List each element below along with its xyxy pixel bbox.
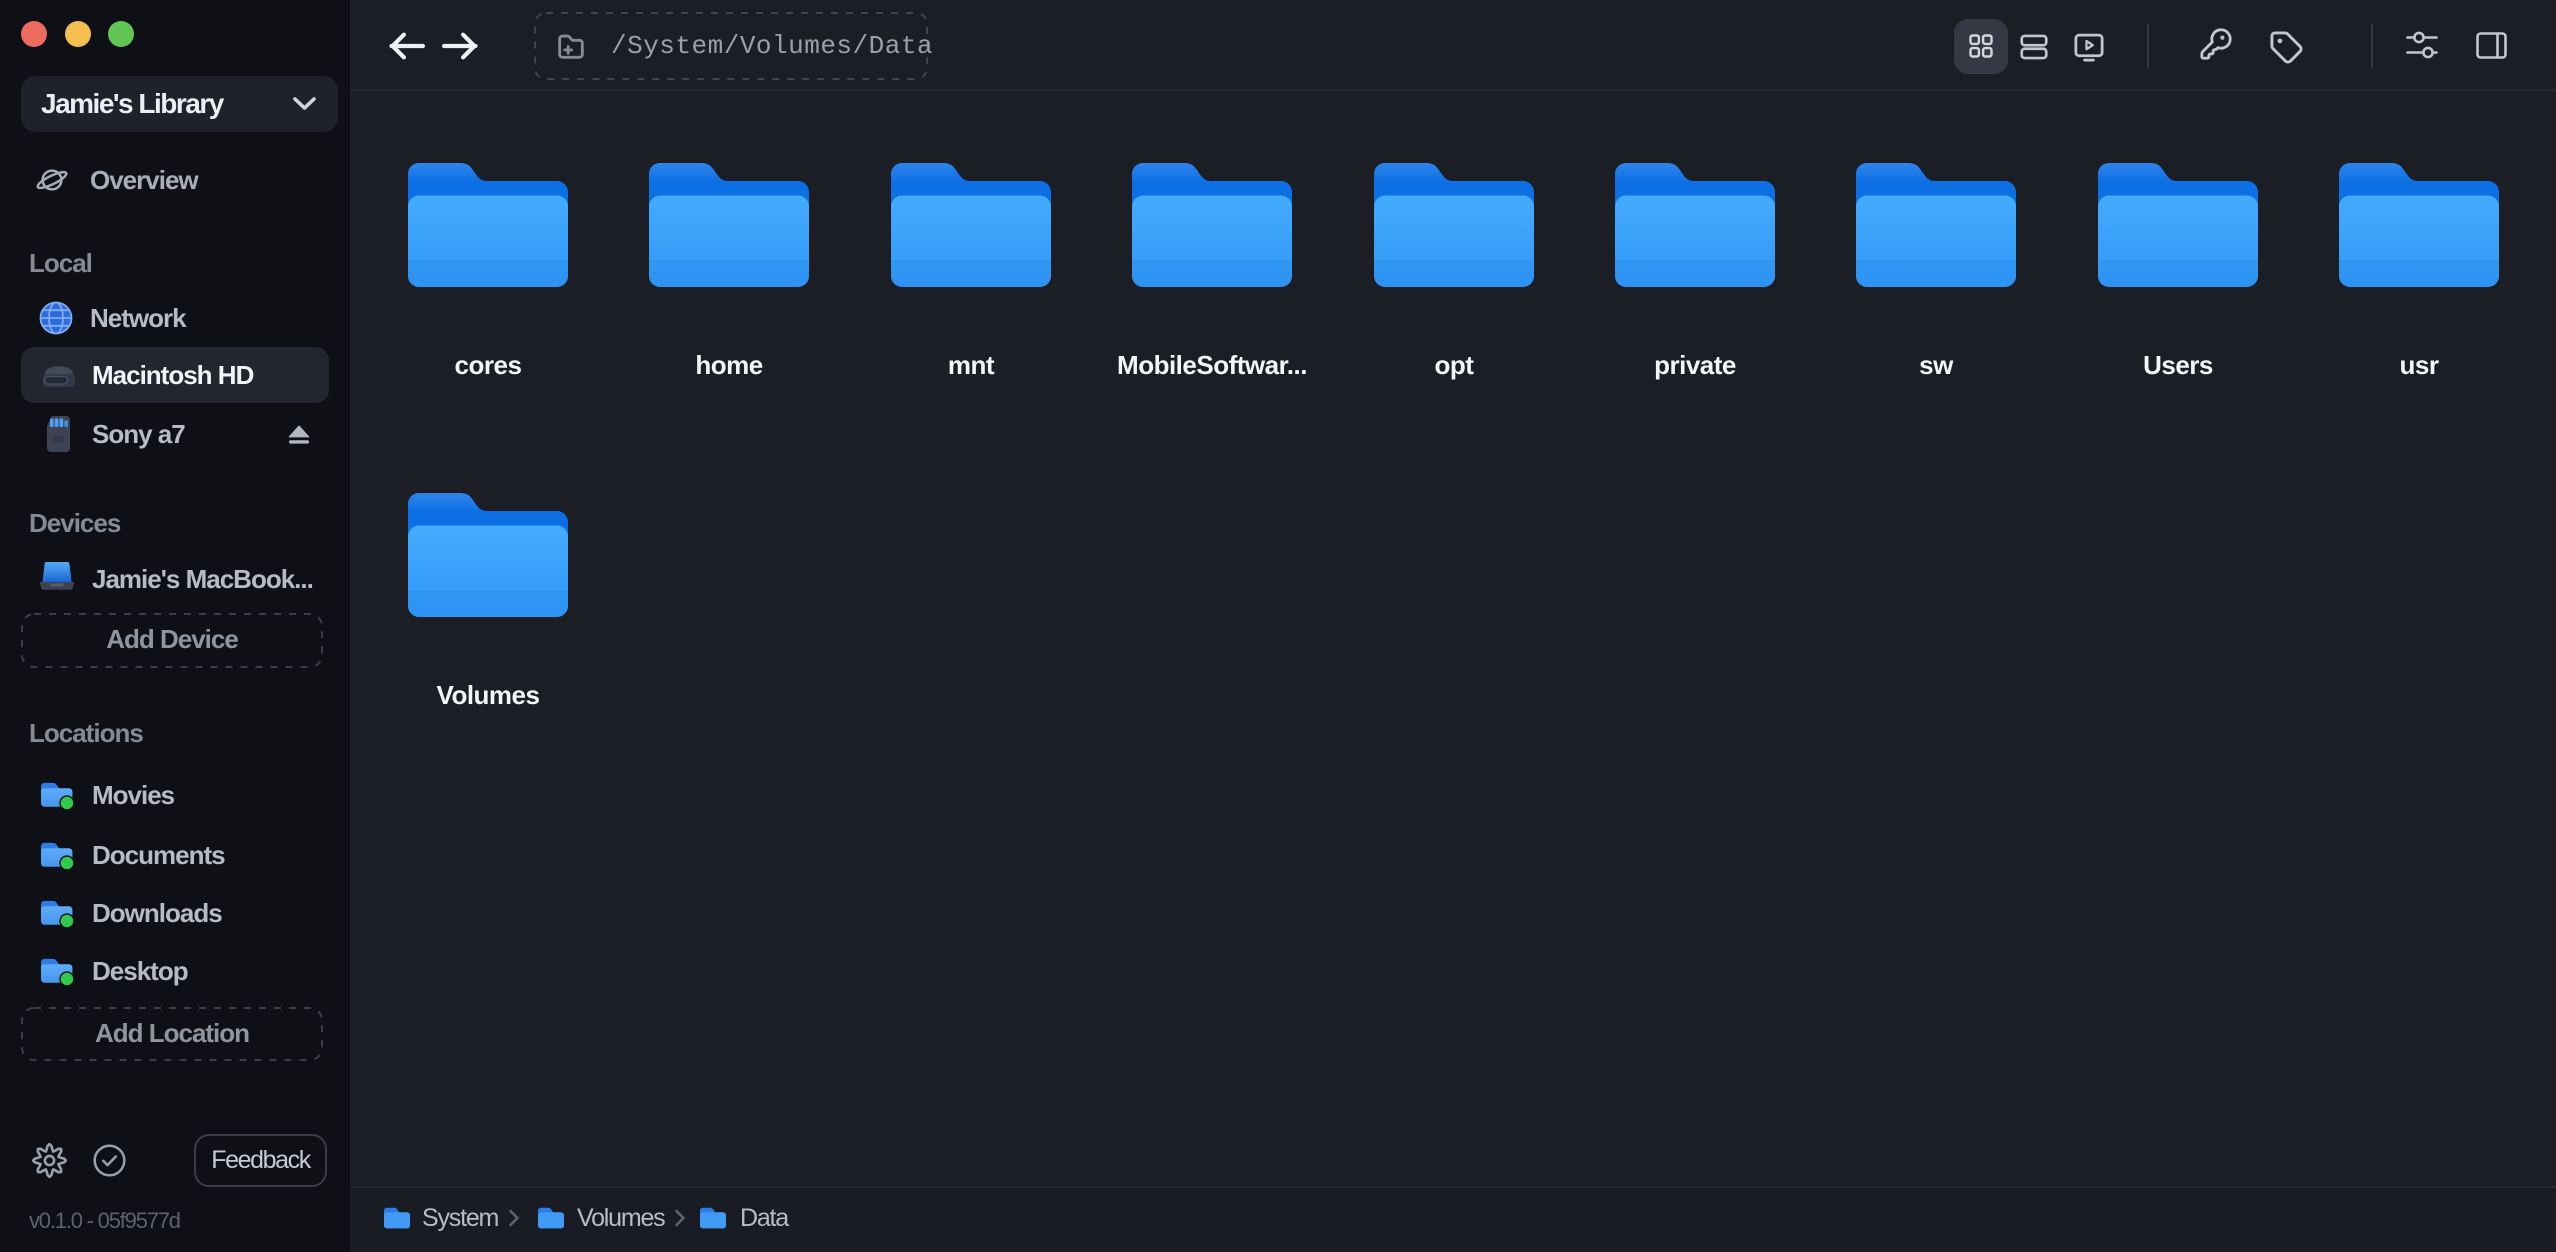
svg-text:SD: SD bbox=[53, 435, 65, 444]
